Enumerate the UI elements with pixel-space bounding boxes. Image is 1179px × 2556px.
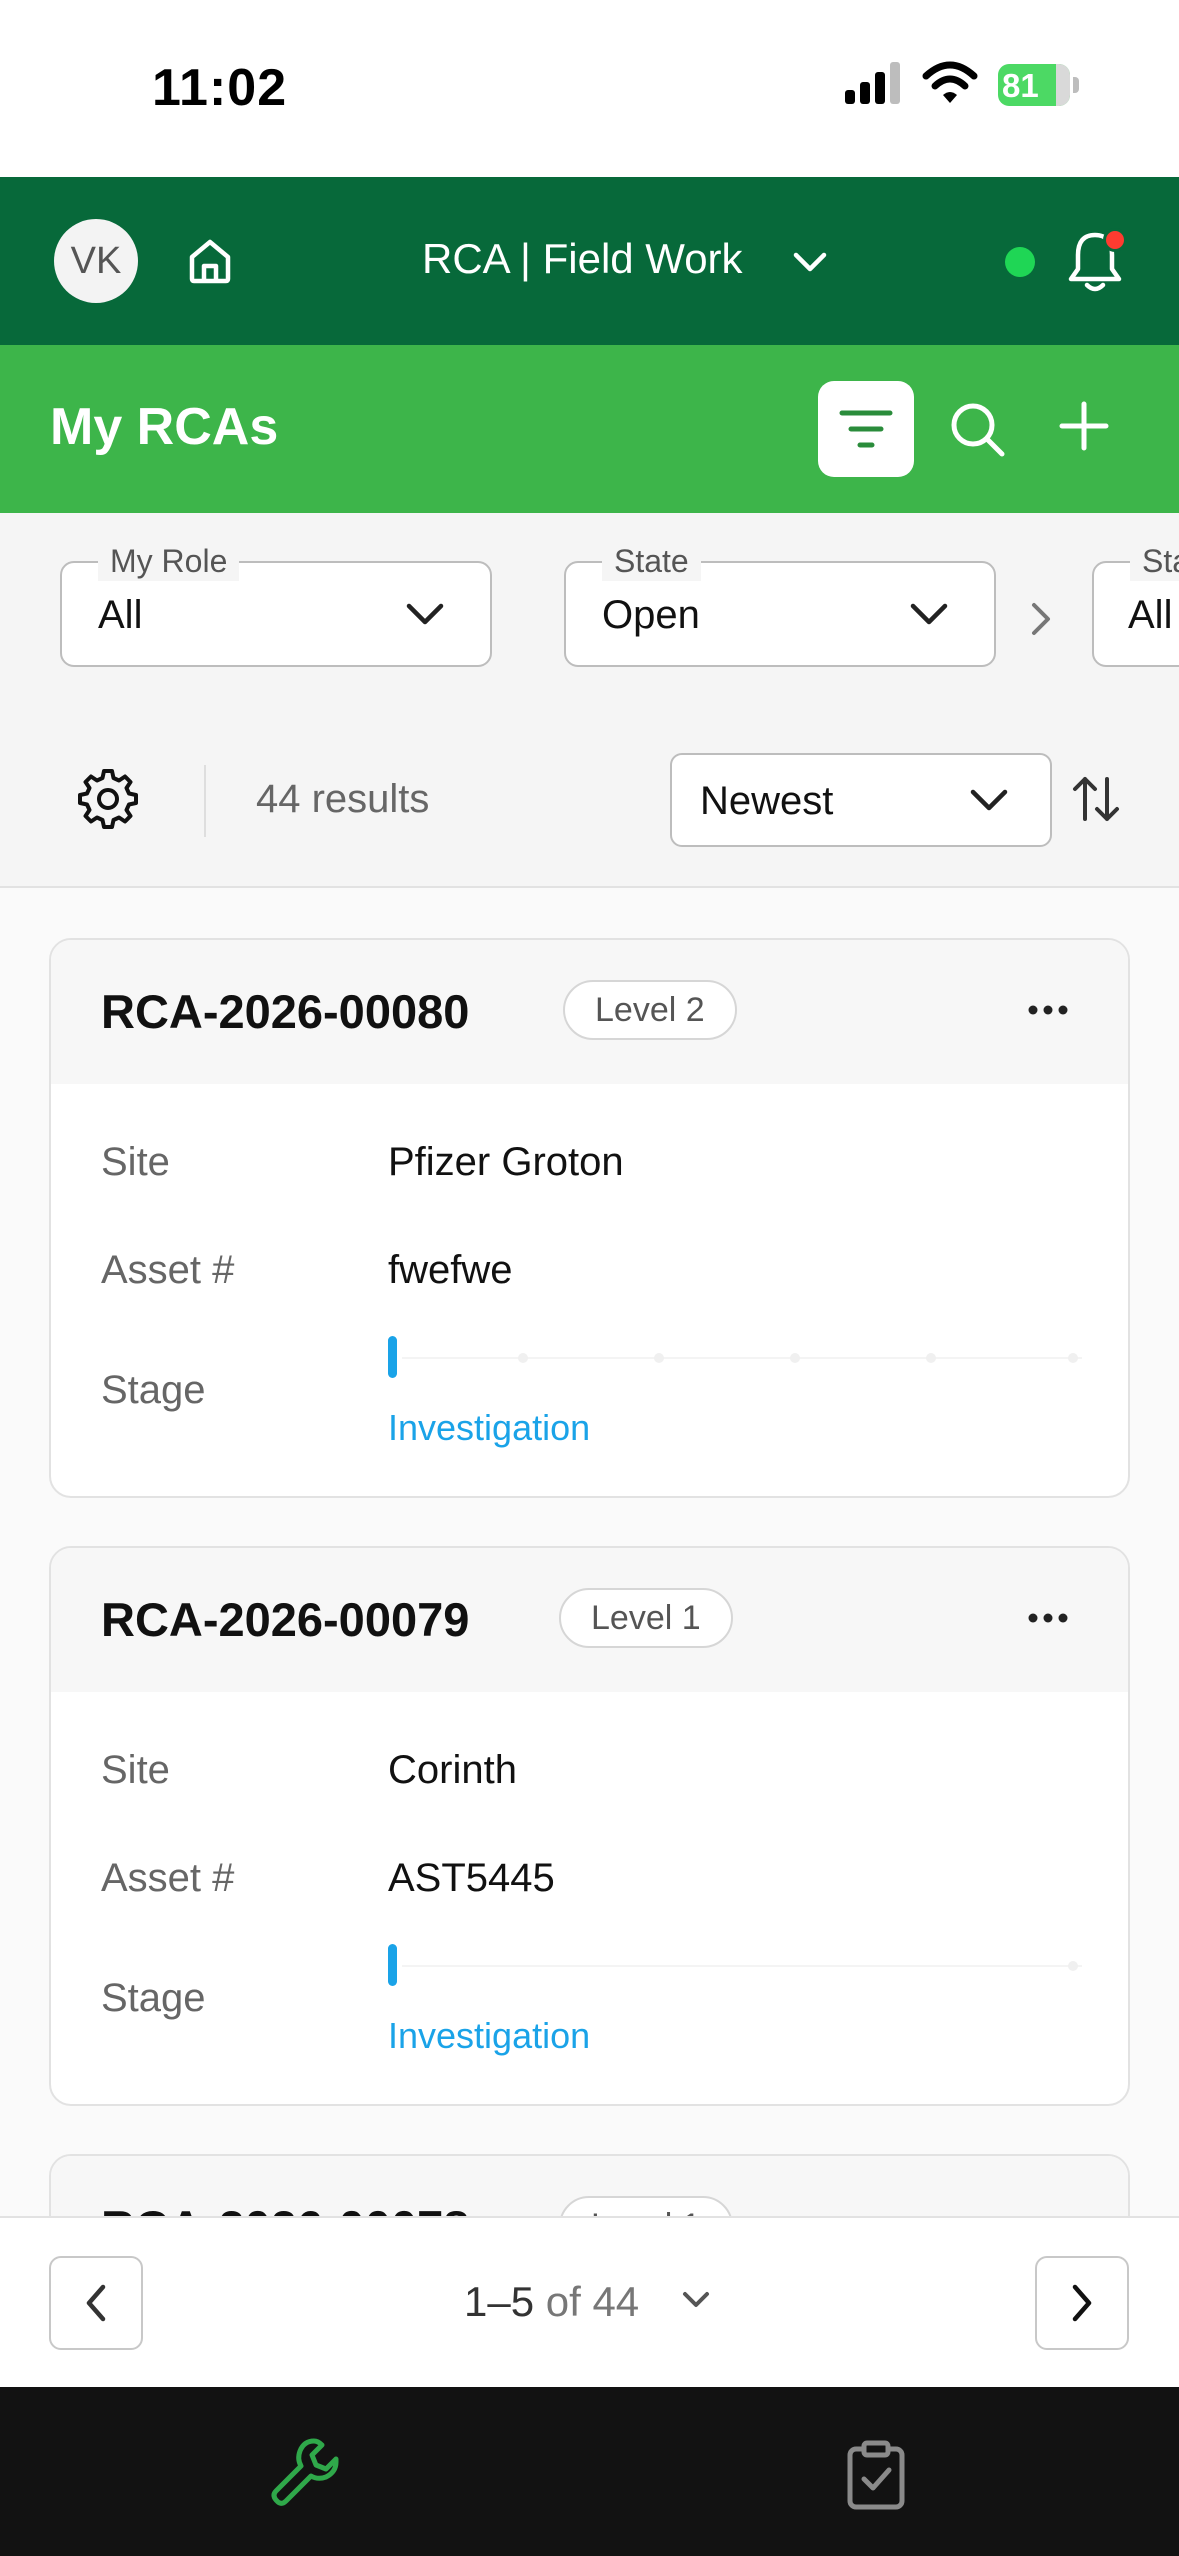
battery-level: 81 [1002,67,1039,104]
sort-value: Newest [700,779,834,823]
pagination-bar: 1–5 of 44 [0,2216,1179,2387]
sort-select[interactable]: Newest [670,753,1052,847]
more-options-icon[interactable] [1028,1004,1068,1016]
status-bar: 11:02 81 [0,0,1179,177]
chevron-right-icon [1072,2284,1092,2322]
stage-name: Investigation [388,1407,591,1448]
rca-list[interactable]: RCA-2026-00080 Level 2 Site Pfizer Groto… [0,888,1179,2216]
wrench-icon[interactable] [268,2435,342,2509]
rca-card[interactable]: RCA-2026-00080 Level 2 Site Pfizer Groto… [49,938,1130,1498]
filter-bar: My Role All State Open Sta All [0,513,1179,713]
filter-value: Open [602,593,700,637]
filter-status[interactable]: Sta All [1092,541,1179,667]
status-time: 11:02 [152,59,288,117]
filter-label: My Role [98,541,240,581]
chevron-left-icon [86,2284,106,2322]
filter-state[interactable]: State Open [564,541,996,667]
chevron-down-icon [406,603,444,625]
stage-label: Stage [101,1976,206,2020]
results-toolbar: 44 results Newest [0,713,1179,888]
chevron-down-icon[interactable] [680,2288,712,2312]
rca-card[interactable]: RCA-2026-00078 Level 1 [49,2154,1130,2216]
add-icon[interactable] [1058,400,1110,452]
filter-button[interactable] [818,381,914,477]
page-title: My RCAs [50,398,279,456]
site-label: Site [101,1140,170,1184]
rca-id[interactable]: RCA-2026-00078 [101,2200,469,2216]
level-badge: Level 1 [559,2196,733,2216]
rca-card[interactable]: RCA-2026-00079 Level 1 Site Corinth Asse… [49,1546,1130,2106]
rca-card-header: RCA-2026-00079 Level 1 [51,1548,1128,1692]
results-count: 44 results [256,777,430,821]
site-label: Site [101,1748,170,1792]
page-header: My RCAs [0,345,1179,513]
previous-page-button[interactable] [49,2256,143,2350]
filter-label: State [602,541,701,581]
more-options-icon[interactable] [1028,1612,1068,1624]
search-icon[interactable] [948,400,1008,460]
bottom-navigation [0,2387,1179,2556]
clipboard-check-icon[interactable] [844,2439,908,2511]
chevron-right-icon[interactable] [1028,599,1054,639]
rca-id[interactable]: RCA-2026-00080 [101,984,469,1039]
site-value: Pfizer Groton [388,1140,624,1184]
chevron-down-icon[interactable] [790,247,830,277]
level-badge: Level 2 [563,980,737,1040]
rca-card-header: RCA-2026-00080 Level 2 [51,940,1128,1084]
rca-card-header: RCA-2026-00078 Level 1 [51,2156,1128,2216]
asset-label: Asset # [101,1856,235,1900]
asset-value: AST5445 [388,1856,555,1900]
chevron-down-icon [970,789,1008,811]
filter-value: All [98,593,143,637]
notification-badge [1103,228,1127,252]
stage-progress [388,1336,1088,1378]
user-avatar[interactable]: VK [54,219,138,303]
stage-progress [388,1944,1088,1986]
chevron-down-icon [910,603,948,625]
level-badge: Level 1 [559,1588,733,1648]
next-page-button[interactable] [1035,2256,1129,2350]
filter-label: Sta [1130,541,1179,581]
filter-my-role[interactable]: My Role All [60,541,492,667]
page-total: of 44 [545,2278,640,2325]
battery-icon: 81 [998,64,1080,106]
asset-label: Asset # [101,1248,235,1292]
app-switcher-title[interactable]: RCA | Field Work [422,235,743,283]
page-range[interactable]: 1–5 of 44 [464,2278,639,2326]
filter-icon [839,410,893,448]
app-header: VK RCA | Field Work [0,177,1179,345]
app-screen: 11:02 81 VK RCA | Field Work My RCAs My … [0,0,1179,2556]
site-value: Corinth [388,1748,517,1792]
gear-icon[interactable] [78,769,138,829]
sort-direction-icon[interactable] [1070,773,1122,825]
asset-value: fwefwe [388,1248,513,1292]
home-icon[interactable] [184,235,236,287]
cellular-signal-icon [845,62,900,104]
stage-name: Investigation [388,2015,591,2056]
rca-id[interactable]: RCA-2026-00079 [101,1592,469,1647]
page-range-value: 1–5 [464,2278,535,2325]
stage-label: Stage [101,1368,206,1412]
filter-value: All [1128,593,1173,637]
wifi-icon [922,61,978,103]
online-status-dot [1005,247,1035,277]
